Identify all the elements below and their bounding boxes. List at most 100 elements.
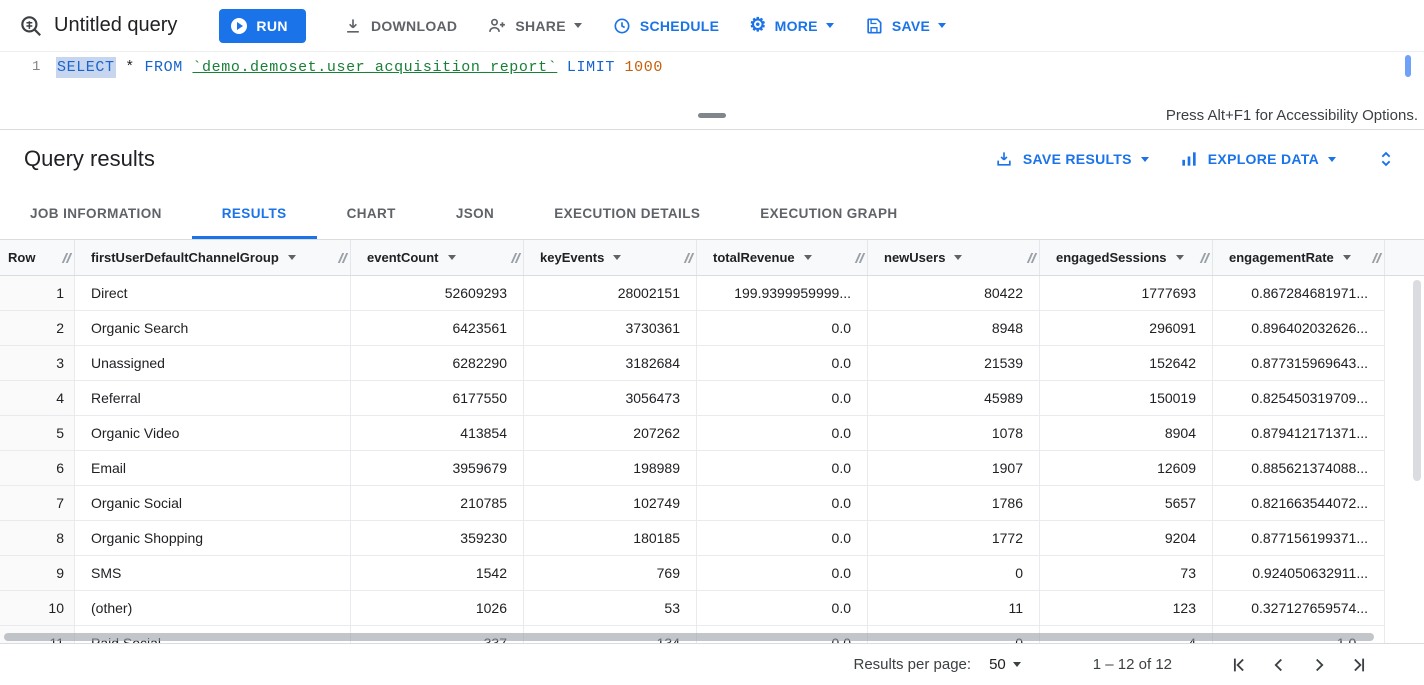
column-resize-handle[interactable]	[1200, 253, 1210, 263]
cell-firstUserDefaultChannelGroup: (other)	[75, 591, 351, 625]
cell-newUsers: 21539	[868, 346, 1040, 380]
column-header-Row: Row	[0, 240, 75, 275]
column-sort-dropdown-icon[interactable]	[448, 255, 456, 260]
page-size-value: 50	[989, 656, 1006, 673]
cell-newUsers: 1078	[868, 416, 1040, 450]
cell-totalRevenue: 0.0	[697, 346, 868, 380]
column-header-totalRevenue: totalRevenue	[697, 240, 868, 275]
first-page-icon	[1228, 654, 1250, 676]
download-button[interactable]: DOWNLOAD	[328, 8, 472, 44]
vertical-scrollbar-thumb[interactable]	[1413, 280, 1421, 481]
column-resize-handle[interactable]	[1372, 253, 1382, 263]
chevron-left-icon	[1268, 654, 1290, 676]
table-row: 10(other)1026530.0111230.327127659574...	[0, 591, 1385, 626]
query-toolbar: Untitled query RUN DOWNLOAD SHARE SCHEDU…	[0, 0, 1424, 52]
column-sort-dropdown-icon[interactable]	[1176, 255, 1184, 260]
column-resize-handle[interactable]	[855, 253, 865, 263]
tab-execution-details[interactable]: EXECUTION DETAILS	[524, 188, 730, 239]
table-vertical-scrollbar[interactable]	[1413, 280, 1421, 627]
column-sort-dropdown-icon[interactable]	[804, 255, 812, 260]
cell-firstUserDefaultChannelGroup: Direct	[75, 276, 351, 310]
column-resize-handle[interactable]	[338, 253, 348, 263]
sql-editor[interactable]: 1 SELECT * FROM `demo.demoset.user_acqui…	[0, 52, 1424, 104]
tab-results[interactable]: RESULTS	[192, 188, 317, 239]
table-horizontal-scrollbar[interactable]	[4, 633, 1402, 641]
last-page-button[interactable]	[1346, 652, 1372, 678]
more-button[interactable]: ⚙ MORE	[734, 8, 849, 44]
cell-totalRevenue: 0.0	[697, 486, 868, 520]
chart-icon	[1179, 149, 1199, 169]
accessibility-hint: Press Alt+F1 for Accessibility Options.	[1166, 107, 1418, 124]
tab-execution-graph[interactable]: EXECUTION GRAPH	[730, 188, 927, 239]
explore-data-button[interactable]: EXPLORE DATA	[1179, 149, 1336, 169]
page-size-select[interactable]: 50	[989, 656, 1021, 673]
share-button[interactable]: SHARE	[472, 8, 597, 44]
prev-page-button[interactable]	[1266, 652, 1292, 678]
cell-keyEvents: 3730361	[524, 311, 697, 345]
column-resize-handle[interactable]	[684, 253, 694, 263]
tab-chart[interactable]: CHART	[317, 188, 426, 239]
column-label: newUsers	[884, 250, 945, 265]
cell-engagedSessions: 150019	[1040, 381, 1213, 415]
expand-results-button[interactable]	[1372, 145, 1400, 173]
cell-keyEvents: 102749	[524, 486, 697, 520]
tab-job-information[interactable]: JOB INFORMATION	[0, 188, 192, 239]
table-row: 1Direct5260929328002151199.9399959999...…	[0, 276, 1385, 311]
panel-resize-handle[interactable]	[698, 113, 726, 118]
column-resize-handle[interactable]	[62, 253, 72, 263]
run-button[interactable]: RUN	[219, 9, 306, 43]
save-results-button[interactable]: SAVE RESULTS	[994, 149, 1149, 169]
gear-icon: ⚙	[749, 16, 766, 35]
explore-data-label: EXPLORE DATA	[1208, 151, 1319, 167]
cell-keyEvents: 198989	[524, 451, 697, 485]
first-page-button[interactable]	[1226, 652, 1252, 678]
cell-totalRevenue: 0.0	[697, 311, 868, 345]
more-label: MORE	[775, 18, 818, 34]
cell-engagementRate: 0.885621374088...	[1213, 451, 1385, 485]
results-actions: SAVE RESULTS EXPLORE DATA	[994, 145, 1400, 173]
cell-eventCount: 6177550	[351, 381, 524, 415]
column-sort-dropdown-icon[interactable]	[1343, 255, 1351, 260]
column-label: firstUserDefaultChannelGroup	[91, 250, 279, 265]
horizontal-scrollbar-thumb[interactable]	[4, 633, 1374, 641]
cell-keyEvents: 3182684	[524, 346, 697, 380]
cell-newUsers: 45989	[868, 381, 1040, 415]
query-magnifier-icon	[18, 13, 44, 39]
column-sort-dropdown-icon[interactable]	[613, 255, 621, 260]
cell-newUsers: 11	[868, 591, 1040, 625]
download-label: DOWNLOAD	[371, 18, 457, 34]
editor-scrollbar-marker[interactable]	[1405, 55, 1411, 77]
cell-keyEvents: 180185	[524, 521, 697, 555]
cell-engagedSessions: 5657	[1040, 486, 1213, 520]
row-number-cell: 6	[0, 451, 75, 485]
panel-divider: Press Alt+F1 for Accessibility Options.	[0, 104, 1424, 130]
cell-totalRevenue: 0.0	[697, 381, 868, 415]
column-sort-dropdown-icon[interactable]	[288, 255, 296, 260]
cell-eventCount: 3959679	[351, 451, 524, 485]
row-number-cell: 5	[0, 416, 75, 450]
column-label: eventCount	[367, 250, 439, 265]
cell-newUsers: 8948	[868, 311, 1040, 345]
last-page-icon	[1348, 654, 1370, 676]
column-label: engagementRate	[1229, 250, 1334, 265]
table-row: 9SMS15427690.00730.924050632911...	[0, 556, 1385, 591]
tab-json[interactable]: JSON	[426, 188, 524, 239]
cell-totalRevenue: 199.9399959999...	[697, 276, 868, 310]
cell-engagementRate: 0.879412171371...	[1213, 416, 1385, 450]
sql-table-reference-link[interactable]: `demo.demoset.user_acquisition_report`	[192, 59, 557, 76]
cell-eventCount: 1542	[351, 556, 524, 590]
cell-keyEvents: 3056473	[524, 381, 697, 415]
sql-limit-value: 1000	[625, 59, 663, 76]
header-filler	[1385, 240, 1424, 275]
next-page-button[interactable]	[1306, 652, 1332, 678]
column-label: keyEvents	[540, 250, 604, 265]
column-resize-handle[interactable]	[1027, 253, 1037, 263]
save-icon	[864, 16, 884, 36]
sql-code-line[interactable]: SELECT * FROM `demo.demoset.user_acquisi…	[56, 52, 663, 104]
save-button[interactable]: SAVE	[849, 8, 961, 44]
cell-newUsers: 1772	[868, 521, 1040, 555]
column-header-keyEvents: keyEvents	[524, 240, 697, 275]
schedule-button[interactable]: SCHEDULE	[597, 8, 734, 44]
column-resize-handle[interactable]	[511, 253, 521, 263]
column-sort-dropdown-icon[interactable]	[954, 255, 962, 260]
